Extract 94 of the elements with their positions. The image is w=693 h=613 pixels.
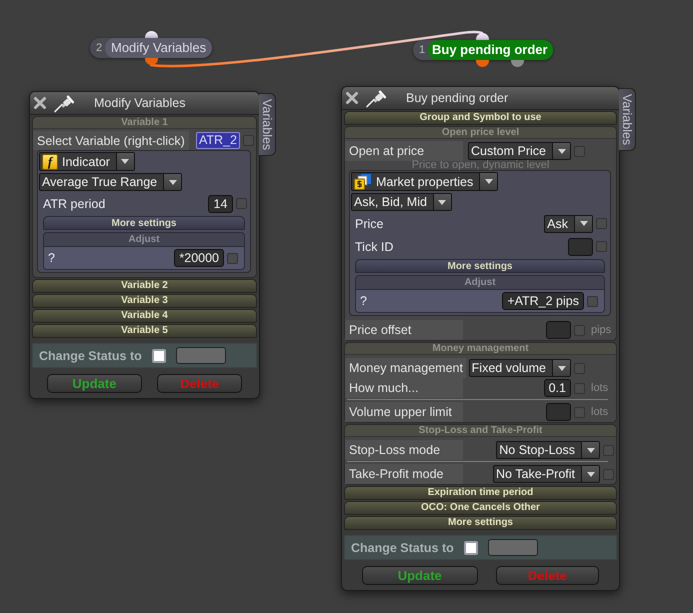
subsection-header[interactable]: More settings <box>355 259 605 273</box>
dropdown[interactable]: Fixed volume <box>468 359 571 377</box>
side-tab[interactable]: Variables <box>619 88 636 152</box>
value-field[interactable]: 14 <box>208 194 233 212</box>
field-label: Stop-Loss mode <box>345 440 463 460</box>
window-title: Buy pending order <box>406 91 508 105</box>
section-header[interactable]: Variable 3 <box>32 294 257 308</box>
node-label: Buy pending order <box>428 40 553 60</box>
checkbox[interactable] <box>596 218 607 229</box>
status-checkbox[interactable] <box>464 540 478 554</box>
field-label: Volume upper limit <box>345 402 463 422</box>
dropdown[interactable]: Custom Price <box>468 142 571 160</box>
checkbox[interactable] <box>587 296 598 306</box>
field-label: ? <box>359 294 367 308</box>
checkbox[interactable] <box>574 382 585 394</box>
status-field[interactable] <box>488 539 538 556</box>
section-header[interactable]: OCO: One Cancels Other <box>344 501 617 515</box>
value-field[interactable] <box>568 238 593 256</box>
subsection-header[interactable]: More settings <box>43 216 245 230</box>
status-label: Change Status to <box>39 348 142 362</box>
caret-icon <box>432 194 451 210</box>
value-field[interactable]: +ATR_2 pips <box>502 292 584 310</box>
section-header[interactable]: More settings <box>344 516 617 530</box>
dropdown[interactable]: Average True Range <box>39 173 182 191</box>
dropdown[interactable]: Ask, Bid, Mid <box>351 193 452 211</box>
dropdown[interactable]: Market properties <box>351 172 498 191</box>
dropdown[interactable]: f Indicator <box>39 152 135 171</box>
field-label: Take-Profit mode <box>345 464 463 484</box>
status-field[interactable] <box>176 347 226 364</box>
dropdown[interactable]: No Stop-Loss <box>496 441 600 459</box>
section-header[interactable]: Variable 2 <box>32 279 257 293</box>
output-port-icon[interactable] <box>476 60 488 67</box>
checkbox[interactable] <box>243 135 254 146</box>
window-title: Modify Variables <box>94 96 186 110</box>
close-icon[interactable] <box>33 96 47 110</box>
section-header[interactable]: Variable 4 <box>32 309 257 323</box>
caret-icon <box>581 466 599 482</box>
unit-label: lots <box>590 382 610 394</box>
variable-badge[interactable]: ATR_2 <box>196 132 240 149</box>
close-icon[interactable] <box>345 91 359 105</box>
checkbox[interactable] <box>603 444 614 456</box>
field-label: Select Variable (right-click) <box>33 131 189 150</box>
field-label: Tick ID <box>354 240 394 254</box>
field-label: Open at price <box>345 141 463 161</box>
checkbox[interactable] <box>574 362 585 374</box>
checkbox[interactable] <box>227 252 238 264</box>
side-tab[interactable]: Variables <box>259 93 276 156</box>
status-label: Change Status to <box>351 540 454 554</box>
output-port-icon[interactable] <box>144 58 158 65</box>
node-label: Modify Variables <box>105 38 212 58</box>
value-field[interactable]: 0.1 <box>544 379 571 397</box>
caret-icon <box>552 360 570 376</box>
caret-icon <box>479 173 498 190</box>
dropdown[interactable]: Ask <box>544 214 593 232</box>
section-header[interactable]: Group and Symbol to use <box>344 111 617 125</box>
field-label: Price <box>354 216 384 230</box>
caret-icon <box>116 153 134 170</box>
output-port-icon[interactable] <box>510 60 524 67</box>
node-number: 2 <box>96 41 104 56</box>
unit-label: lots <box>590 406 610 418</box>
pin-icon[interactable] <box>365 88 389 108</box>
checkbox[interactable] <box>574 146 585 156</box>
field-label: Money management <box>345 358 466 378</box>
field-label: ? <box>47 251 55 265</box>
checkbox[interactable] <box>596 241 607 252</box>
unit-label: pips <box>590 324 612 336</box>
update-button[interactable]: Update <box>46 374 142 393</box>
checkbox[interactable] <box>574 324 585 336</box>
caret-icon <box>581 442 599 458</box>
checkbox[interactable] <box>603 468 614 480</box>
diagram-node[interactable]: 2 Modify Variables <box>90 38 212 58</box>
value-field[interactable] <box>546 403 571 421</box>
field-label: ATR period <box>42 196 106 210</box>
checkbox[interactable] <box>574 406 585 418</box>
field-label: Price offset <box>345 320 463 340</box>
field-label: How much... <box>345 378 463 398</box>
checkbox[interactable] <box>236 198 247 209</box>
diagram-node[interactable]: 1 Buy pending order <box>413 40 553 60</box>
update-button[interactable]: Update <box>362 566 478 585</box>
status-checkbox[interactable] <box>152 348 166 362</box>
section-header[interactable]: Variable 5 <box>32 324 257 338</box>
money-icon <box>354 173 372 190</box>
value-field[interactable] <box>546 321 571 339</box>
dropdown[interactable]: No Take-Profit <box>493 465 600 483</box>
input-port-icon[interactable] <box>476 33 488 40</box>
value-field[interactable]: *20000 <box>174 249 224 267</box>
function-icon: f <box>42 154 58 170</box>
caret-icon <box>163 174 182 190</box>
caret-icon <box>552 143 570 159</box>
caret-icon <box>574 216 592 232</box>
pin-icon[interactable] <box>53 93 77 113</box>
node-number: 1 <box>419 43 426 58</box>
section-header[interactable]: Expiration time period <box>344 486 617 500</box>
input-port-icon[interactable] <box>144 31 158 38</box>
